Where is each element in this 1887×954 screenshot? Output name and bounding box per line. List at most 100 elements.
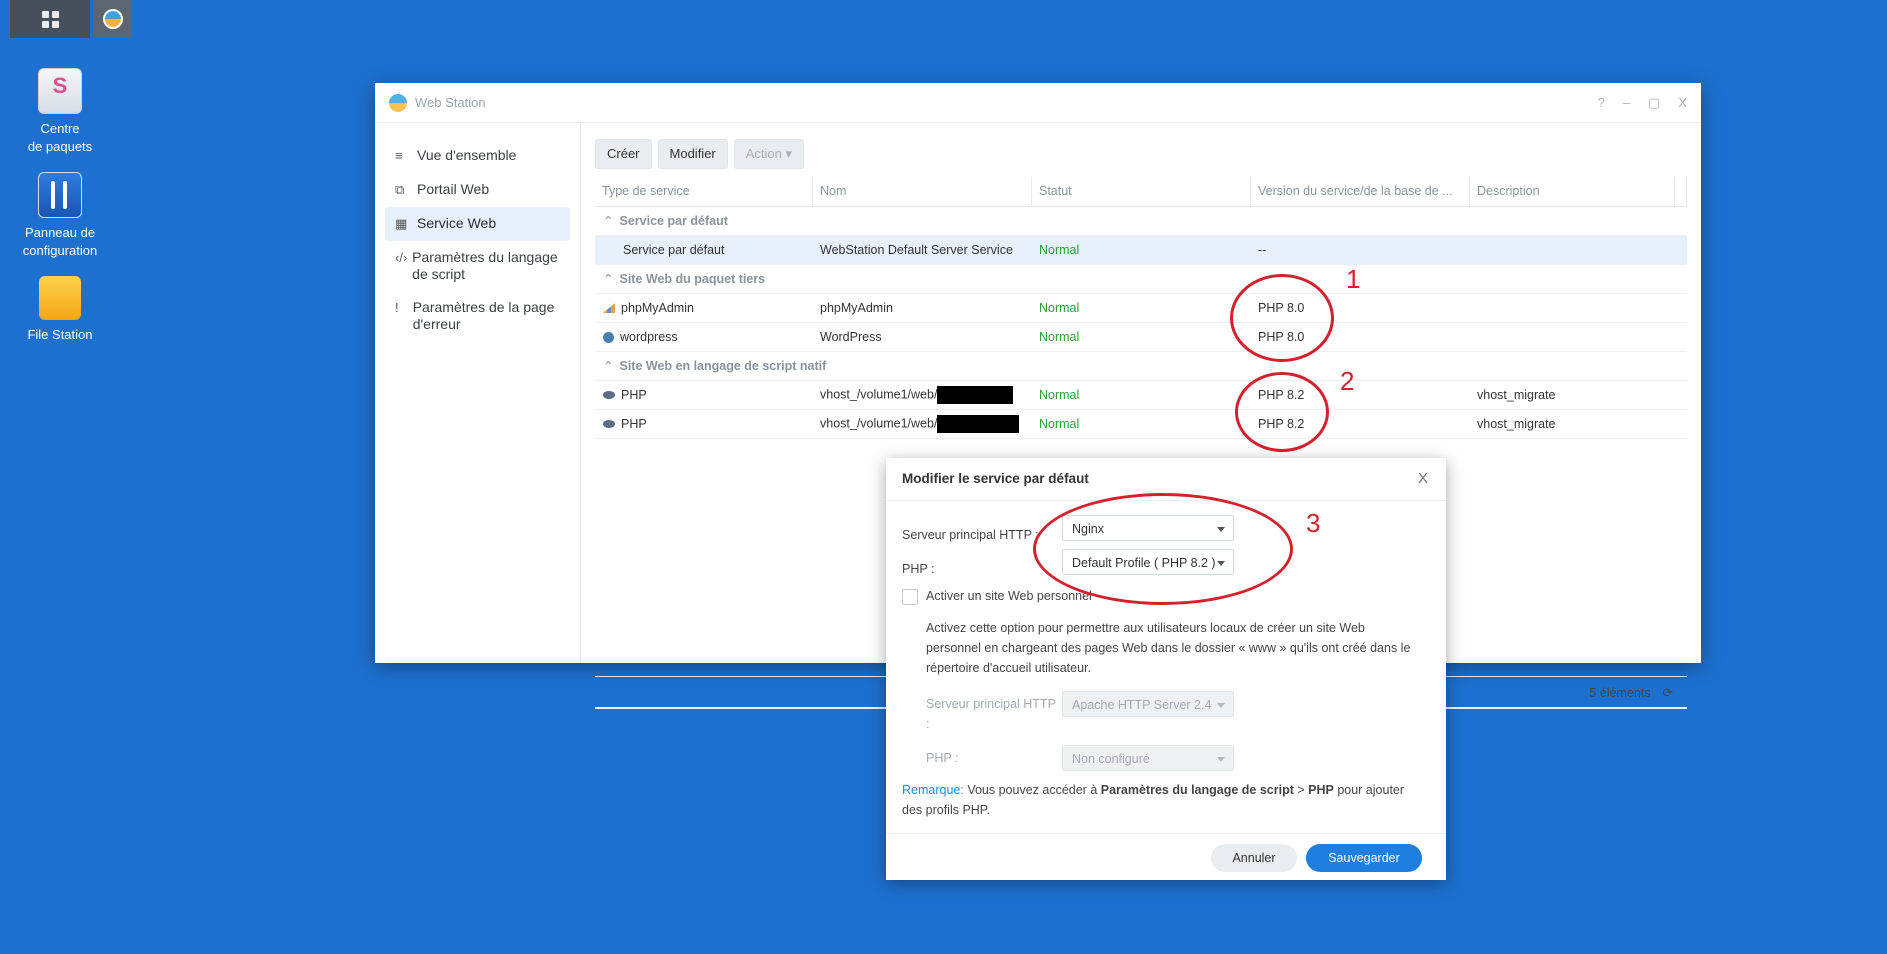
sidebar: ≡ Vue d'ensemble ⧉ Portail Web ▦ Service… xyxy=(375,123,581,663)
remark-link-script-settings: Paramètres du langage de script xyxy=(1100,783,1294,797)
control-panel-icon xyxy=(38,172,82,218)
wordpress-icon xyxy=(603,331,614,343)
table-row[interactable]: phpMyAdmin phpMyAdmin Normal PHP 8.0 xyxy=(595,294,1687,323)
sidebar-item-web-portal[interactable]: ⧉ Portail Web xyxy=(385,173,570,207)
table-footer: 5 éléments ⟳ xyxy=(1589,685,1673,701)
group-header-third-party[interactable]: ⌃ Site Web du paquet tiers xyxy=(595,265,1687,294)
table-row[interactable]: PHP vhost_/volume1/web/ Normal PHP 8.2 v… xyxy=(595,381,1687,410)
web-station-logo-icon xyxy=(389,93,407,112)
cell-name-text: vhost_/volume1/web/ xyxy=(820,416,938,431)
sidebar-item-script-language-settings[interactable]: ‹/› Paramètres du langage de script xyxy=(385,241,570,291)
cell-name: vhost_/volume1/web/ xyxy=(813,415,1032,433)
phpmyadmin-icon xyxy=(603,303,615,313)
maximize-icon[interactable]: ▢ xyxy=(1648,95,1660,111)
cell-name: WebStation Default Server Service xyxy=(820,243,1013,257)
modify-button[interactable]: Modifier xyxy=(657,139,728,169)
cell-type-label: wordpress xyxy=(620,330,678,344)
annotation-ellipse-2 xyxy=(1235,372,1329,452)
cell-version: -- xyxy=(1258,243,1267,257)
sub-php-select[interactable]: Non configuré xyxy=(1062,745,1234,771)
cell-type-label: PHP xyxy=(621,417,647,431)
main-menu-button[interactable] xyxy=(10,0,90,38)
desktop-icon-label: configuration xyxy=(22,243,98,258)
remark-link-php: PHP xyxy=(1308,783,1334,797)
minimize-icon[interactable]: – xyxy=(1623,95,1630,111)
personal-website-description-1: Activez cette option pour permettre aux … xyxy=(926,621,1365,635)
taskbar xyxy=(10,0,136,38)
desktop-icon-file-station[interactable]: File Station xyxy=(10,276,110,344)
alert-icon: ! xyxy=(395,300,399,315)
dialog-footer: Annuler Sauvegarder xyxy=(886,833,1446,880)
grid-icon: ▦ xyxy=(395,216,408,231)
action-dropdown-button[interactable]: Action ▾ xyxy=(733,139,805,169)
portal-icon: ⧉ xyxy=(395,182,405,197)
window-titlebar[interactable]: Web Station ? – ▢ X xyxy=(375,83,1701,123)
create-button[interactable]: Créer xyxy=(595,139,652,169)
taskbar-web-station-button[interactable] xyxy=(94,0,132,38)
sidebar-item-label: Service Web xyxy=(417,215,497,231)
group-header-native-script[interactable]: ⌃ Site Web en langage de script natif xyxy=(595,352,1687,381)
group-title: Site Web du paquet tiers xyxy=(619,272,766,286)
table-row[interactable]: PHP vhost_/volume1/web/ Normal PHP 8.2 v… xyxy=(595,410,1687,439)
grid-icon xyxy=(41,10,59,28)
column-header-name[interactable]: Nom xyxy=(813,177,1032,206)
sub-php-value: Non configuré xyxy=(1072,752,1150,766)
folder-icon xyxy=(39,276,81,320)
help-icon[interactable]: ? xyxy=(1598,95,1605,111)
cell-name-text: vhost_/volume1/web/ xyxy=(820,387,938,402)
toolbar: Créer Modifier Action ▾ xyxy=(595,139,1687,169)
item-count: 5 éléments xyxy=(1589,685,1651,700)
chevron-up-icon: ⌃ xyxy=(603,214,614,228)
dialog-title: Modifier le service par défaut xyxy=(902,471,1089,486)
sub-http-server-label-colon: : xyxy=(926,717,930,731)
table-row[interactable]: wordpress WordPress Normal PHP 8.0 xyxy=(595,323,1687,352)
personal-website-checkbox[interactable] xyxy=(902,589,918,605)
sub-http-server-select[interactable]: Apache HTTP Server 2.4 xyxy=(1062,691,1234,717)
personal-website-label[interactable]: Activer un site Web personnel xyxy=(926,586,1092,606)
cell-name: phpMyAdmin xyxy=(820,301,893,315)
sidebar-item-label: Portail Web xyxy=(417,181,490,197)
sidebar-item-error-page-settings[interactable]: ! Paramètres de la page d'erreur xyxy=(385,291,570,341)
desktop-icon-control-panel[interactable]: Panneau de configuration xyxy=(10,172,110,260)
save-button[interactable]: Sauvegarder xyxy=(1306,844,1422,872)
sidebar-item-overview[interactable]: ≡ Vue d'ensemble xyxy=(385,139,570,173)
sub-http-server-label: Serveur principal HTTP xyxy=(926,697,1056,711)
cell-description: vhost_migrate xyxy=(1477,388,1556,402)
php-icon xyxy=(603,391,615,399)
sub-http-server-value: Apache HTTP Server 2.4 xyxy=(1072,698,1212,712)
cell-status: Normal xyxy=(1039,417,1080,431)
remark-line-1: Remarque: Vous pouvez accéder à Paramètr… xyxy=(902,780,1404,800)
web-station-icon xyxy=(103,9,123,29)
column-header-description[interactable]: Description xyxy=(1470,177,1675,206)
personal-website-description-3: répertoire d'accueil utilisateur. xyxy=(926,661,1091,675)
desktop-icon-package-center[interactable]: Centre de paquets xyxy=(10,68,110,156)
close-icon[interactable]: X xyxy=(1418,458,1428,500)
column-header-version[interactable]: Version du service/de la base de ... xyxy=(1251,177,1470,206)
chevron-up-icon: ⌃ xyxy=(603,359,614,373)
cell-type: PHP xyxy=(595,388,813,402)
service-table: Type de service Nom Statut Version du se… xyxy=(595,177,1687,439)
group-header-default-service[interactable]: ⌃ Service par défaut xyxy=(595,207,1687,236)
remark-text: Vous pouvez accéder à xyxy=(963,783,1101,797)
redacted-block xyxy=(937,415,1020,433)
desktop-icon-label: Centre xyxy=(40,121,80,136)
cell-type: wordpress xyxy=(595,330,813,344)
annotation-number-1: 1 xyxy=(1346,264,1361,294)
group-title: Site Web en langage de script natif xyxy=(619,359,827,373)
desktop-icon-label: de paquets xyxy=(27,139,93,154)
sidebar-item-web-service[interactable]: ▦ Service Web xyxy=(385,207,570,241)
cell-description: vhost_migrate xyxy=(1477,417,1556,431)
close-icon[interactable]: X xyxy=(1678,95,1687,111)
sidebar-item-label: Vue d'ensemble xyxy=(417,147,517,163)
column-header-status[interactable]: Statut xyxy=(1032,177,1251,206)
sidebar-item-label: Paramètres du langage de script xyxy=(412,249,558,282)
cancel-button[interactable]: Annuler xyxy=(1211,844,1297,872)
column-header-type[interactable]: Type de service xyxy=(595,177,813,206)
cell-status: Normal xyxy=(1039,388,1080,402)
sidebar-item-label: Paramètres de la page d'erreur xyxy=(412,299,555,332)
refresh-icon[interactable]: ⟳ xyxy=(1663,685,1673,700)
annotation-ellipse-3 xyxy=(1033,493,1293,605)
desktop-icon-label: Panneau de xyxy=(24,225,96,240)
sub-php-label: PHP : xyxy=(926,751,959,765)
table-row[interactable]: Service par défaut WebStation Default Se… xyxy=(595,236,1687,265)
